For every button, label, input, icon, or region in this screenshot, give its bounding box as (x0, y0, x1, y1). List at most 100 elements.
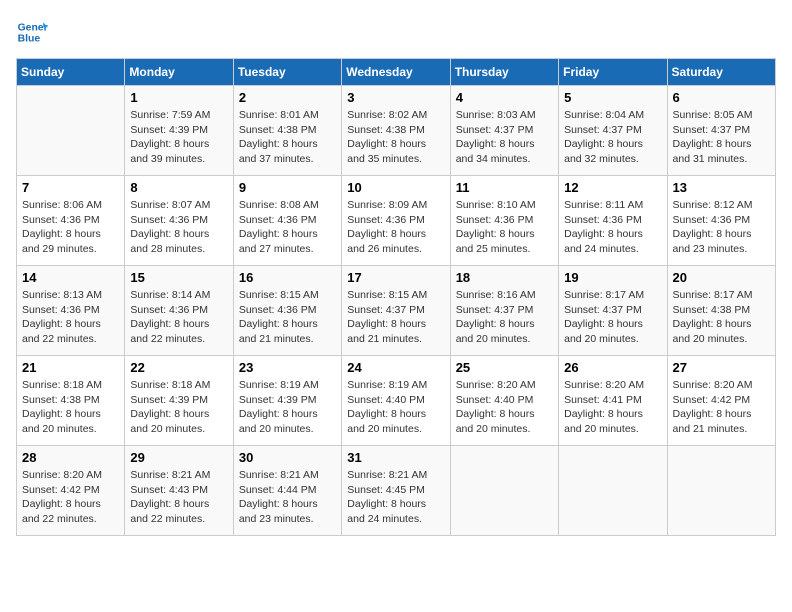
day-detail: Sunrise: 8:15 AMSunset: 4:37 PMDaylight:… (347, 288, 444, 347)
day-detail: Sunrise: 8:02 AMSunset: 4:38 PMDaylight:… (347, 108, 444, 167)
calendar-cell: 2 Sunrise: 8:01 AMSunset: 4:38 PMDaylight… (233, 86, 341, 176)
header-monday: Monday (125, 59, 233, 86)
calendar-cell: 3 Sunrise: 8:02 AMSunset: 4:38 PMDaylight… (342, 86, 450, 176)
calendar-cell: 21Sunrise: 8:18 AMSunset: 4:38 PMDayligh… (17, 356, 125, 446)
calendar-cell: 22 Sunrise: 8:18 AMSunset: 4:39 PMDayligh… (125, 356, 233, 446)
day-number: 22 (130, 360, 227, 375)
day-number: 26 (564, 360, 661, 375)
day-number: 15 (130, 270, 227, 285)
calendar-cell: 25Sunrise: 8:20 AMSunset: 4:40 PMDayligh… (450, 356, 558, 446)
header-sunday: Sunday (17, 59, 125, 86)
day-detail: Sunrise: 8:03 AMSunset: 4:37 PMDaylight:… (456, 108, 553, 167)
day-number: 13 (673, 180, 770, 195)
calendar-cell: 31 Sunrise: 8:21 AMSunset: 4:45 PMDayligh… (342, 446, 450, 536)
day-detail: Sunrise: 8:13 AMSunset: 4:36 PMDaylight:… (22, 288, 119, 347)
day-number: 4 (456, 90, 553, 105)
day-number: 16 (239, 270, 336, 285)
day-detail: Sunrise: 8:21 AMSunset: 4:45 PMDaylight:… (347, 468, 444, 527)
day-number: 2 (239, 90, 336, 105)
week-row-5: 28 Sunrise: 8:20 AMSunset: 4:42 PMDayligh… (17, 446, 776, 536)
day-number: 11 (456, 180, 553, 195)
calendar-cell: 27 Sunrise: 8:20 AMSunset: 4:42 PMDayligh… (667, 356, 775, 446)
header-tuesday: Tuesday (233, 59, 341, 86)
calendar-cell: 8 Sunrise: 8:07 AMSunset: 4:36 PMDaylight… (125, 176, 233, 266)
day-number: 27 (673, 360, 770, 375)
calendar-cell (559, 446, 667, 536)
calendar-cell (17, 86, 125, 176)
day-detail: Sunrise: 8:01 AMSunset: 4:38 PMDaylight:… (239, 108, 336, 167)
day-detail: Sunrise: 8:09 AMSunset: 4:36 PMDaylight:… (347, 198, 444, 257)
day-number: 23 (239, 360, 336, 375)
week-row-1: 1Sunrise: 7:59 AMSunset: 4:39 PMDaylight… (17, 86, 776, 176)
day-number: 28 (22, 450, 119, 465)
day-detail: Sunrise: 8:17 AMSunset: 4:37 PMDaylight:… (564, 288, 661, 347)
svg-text:Blue: Blue (18, 34, 41, 45)
day-detail: Sunrise: 8:20 AMSunset: 4:42 PMDaylight:… (673, 378, 770, 437)
day-number: 19 (564, 270, 661, 285)
page-header: General Blue (16, 16, 776, 48)
calendar-header: SundayMondayTuesdayWednesdayThursdayFrid… (17, 59, 776, 86)
day-detail: Sunrise: 8:10 AMSunset: 4:36 PMDaylight:… (456, 198, 553, 257)
calendar-body: 1Sunrise: 7:59 AMSunset: 4:39 PMDaylight… (17, 86, 776, 536)
day-number: 17 (347, 270, 444, 285)
day-number: 7 (22, 180, 119, 195)
day-number: 8 (130, 180, 227, 195)
calendar-cell: 26 Sunrise: 8:20 AMSunset: 4:41 PMDayligh… (559, 356, 667, 446)
day-detail: Sunrise: 8:16 AMSunset: 4:37 PMDaylight:… (456, 288, 553, 347)
day-number: 24 (347, 360, 444, 375)
day-number: 25 (456, 360, 553, 375)
calendar-cell: 7Sunrise: 8:06 AMSunset: 4:36 PMDaylight… (17, 176, 125, 266)
day-detail: Sunrise: 8:07 AMSunset: 4:36 PMDaylight:… (130, 198, 227, 257)
calendar-cell (450, 446, 558, 536)
calendar-cell: 4 Sunrise: 8:03 AMSunset: 4:37 PMDaylight… (450, 86, 558, 176)
calendar-cell: 11 Sunrise: 8:10 AMSunset: 4:36 PMDayligh… (450, 176, 558, 266)
day-number: 20 (673, 270, 770, 285)
calendar-cell: 16 Sunrise: 8:15 AMSunset: 4:36 PMDayligh… (233, 266, 341, 356)
calendar-cell: 15Sunrise: 8:14 AMSunset: 4:36 PMDayligh… (125, 266, 233, 356)
day-number: 30 (239, 450, 336, 465)
calendar-cell: 10Sunrise: 8:09 AMSunset: 4:36 PMDayligh… (342, 176, 450, 266)
calendar-cell: 18 Sunrise: 8:16 AMSunset: 4:37 PMDayligh… (450, 266, 558, 356)
day-detail: Sunrise: 8:18 AMSunset: 4:38 PMDaylight:… (22, 378, 119, 437)
header-thursday: Thursday (450, 59, 558, 86)
day-number: 5 (564, 90, 661, 105)
week-row-3: 14 Sunrise: 8:13 AMSunset: 4:36 PMDayligh… (17, 266, 776, 356)
day-detail: Sunrise: 8:21 AMSunset: 4:44 PMDaylight:… (239, 468, 336, 527)
header-friday: Friday (559, 59, 667, 86)
logo: General Blue (16, 16, 48, 48)
day-number: 18 (456, 270, 553, 285)
day-detail: Sunrise: 8:19 AMSunset: 4:39 PMDaylight:… (239, 378, 336, 437)
day-number: 6 (673, 90, 770, 105)
header-wednesday: Wednesday (342, 59, 450, 86)
calendar-cell: 28 Sunrise: 8:20 AMSunset: 4:42 PMDayligh… (17, 446, 125, 536)
day-number: 9 (239, 180, 336, 195)
calendar-cell: 6 Sunrise: 8:05 AMSunset: 4:37 PMDaylight… (667, 86, 775, 176)
day-number: 31 (347, 450, 444, 465)
day-detail: Sunrise: 8:20 AMSunset: 4:41 PMDaylight:… (564, 378, 661, 437)
calendar-cell: 17 Sunrise: 8:15 AMSunset: 4:37 PMDayligh… (342, 266, 450, 356)
day-number: 14 (22, 270, 119, 285)
day-detail: Sunrise: 8:17 AMSunset: 4:38 PMDaylight:… (673, 288, 770, 347)
calendar-cell: 30 Sunrise: 8:21 AMSunset: 4:44 PMDayligh… (233, 446, 341, 536)
day-detail: Sunrise: 8:19 AMSunset: 4:40 PMDaylight:… (347, 378, 444, 437)
day-detail: Sunrise: 8:21 AMSunset: 4:43 PMDaylight:… (130, 468, 227, 527)
calendar-cell: 14 Sunrise: 8:13 AMSunset: 4:36 PMDayligh… (17, 266, 125, 356)
header-saturday: Saturday (667, 59, 775, 86)
day-detail: Sunrise: 8:08 AMSunset: 4:36 PMDaylight:… (239, 198, 336, 257)
day-number: 3 (347, 90, 444, 105)
day-detail: Sunrise: 8:12 AMSunset: 4:36 PMDaylight:… (673, 198, 770, 257)
day-detail: Sunrise: 8:18 AMSunset: 4:39 PMDaylight:… (130, 378, 227, 437)
day-detail: Sunrise: 7:59 AMSunset: 4:39 PMDaylight:… (130, 108, 227, 167)
day-detail: Sunrise: 8:20 AMSunset: 4:42 PMDaylight:… (22, 468, 119, 527)
logo-icon: General Blue (16, 16, 48, 48)
week-row-2: 7Sunrise: 8:06 AMSunset: 4:36 PMDaylight… (17, 176, 776, 266)
day-detail: Sunrise: 8:05 AMSunset: 4:37 PMDaylight:… (673, 108, 770, 167)
day-detail: Sunrise: 8:15 AMSunset: 4:36 PMDaylight:… (239, 288, 336, 347)
calendar-cell: 20 Sunrise: 8:17 AMSunset: 4:38 PMDayligh… (667, 266, 775, 356)
week-row-4: 21Sunrise: 8:18 AMSunset: 4:38 PMDayligh… (17, 356, 776, 446)
calendar-cell: 12Sunrise: 8:11 AMSunset: 4:36 PMDayligh… (559, 176, 667, 266)
day-detail: Sunrise: 8:04 AMSunset: 4:37 PMDaylight:… (564, 108, 661, 167)
day-detail: Sunrise: 8:11 AMSunset: 4:36 PMDaylight:… (564, 198, 661, 257)
calendar-cell: 9 Sunrise: 8:08 AMSunset: 4:36 PMDaylight… (233, 176, 341, 266)
calendar-table: SundayMondayTuesdayWednesdayThursdayFrid… (16, 58, 776, 536)
